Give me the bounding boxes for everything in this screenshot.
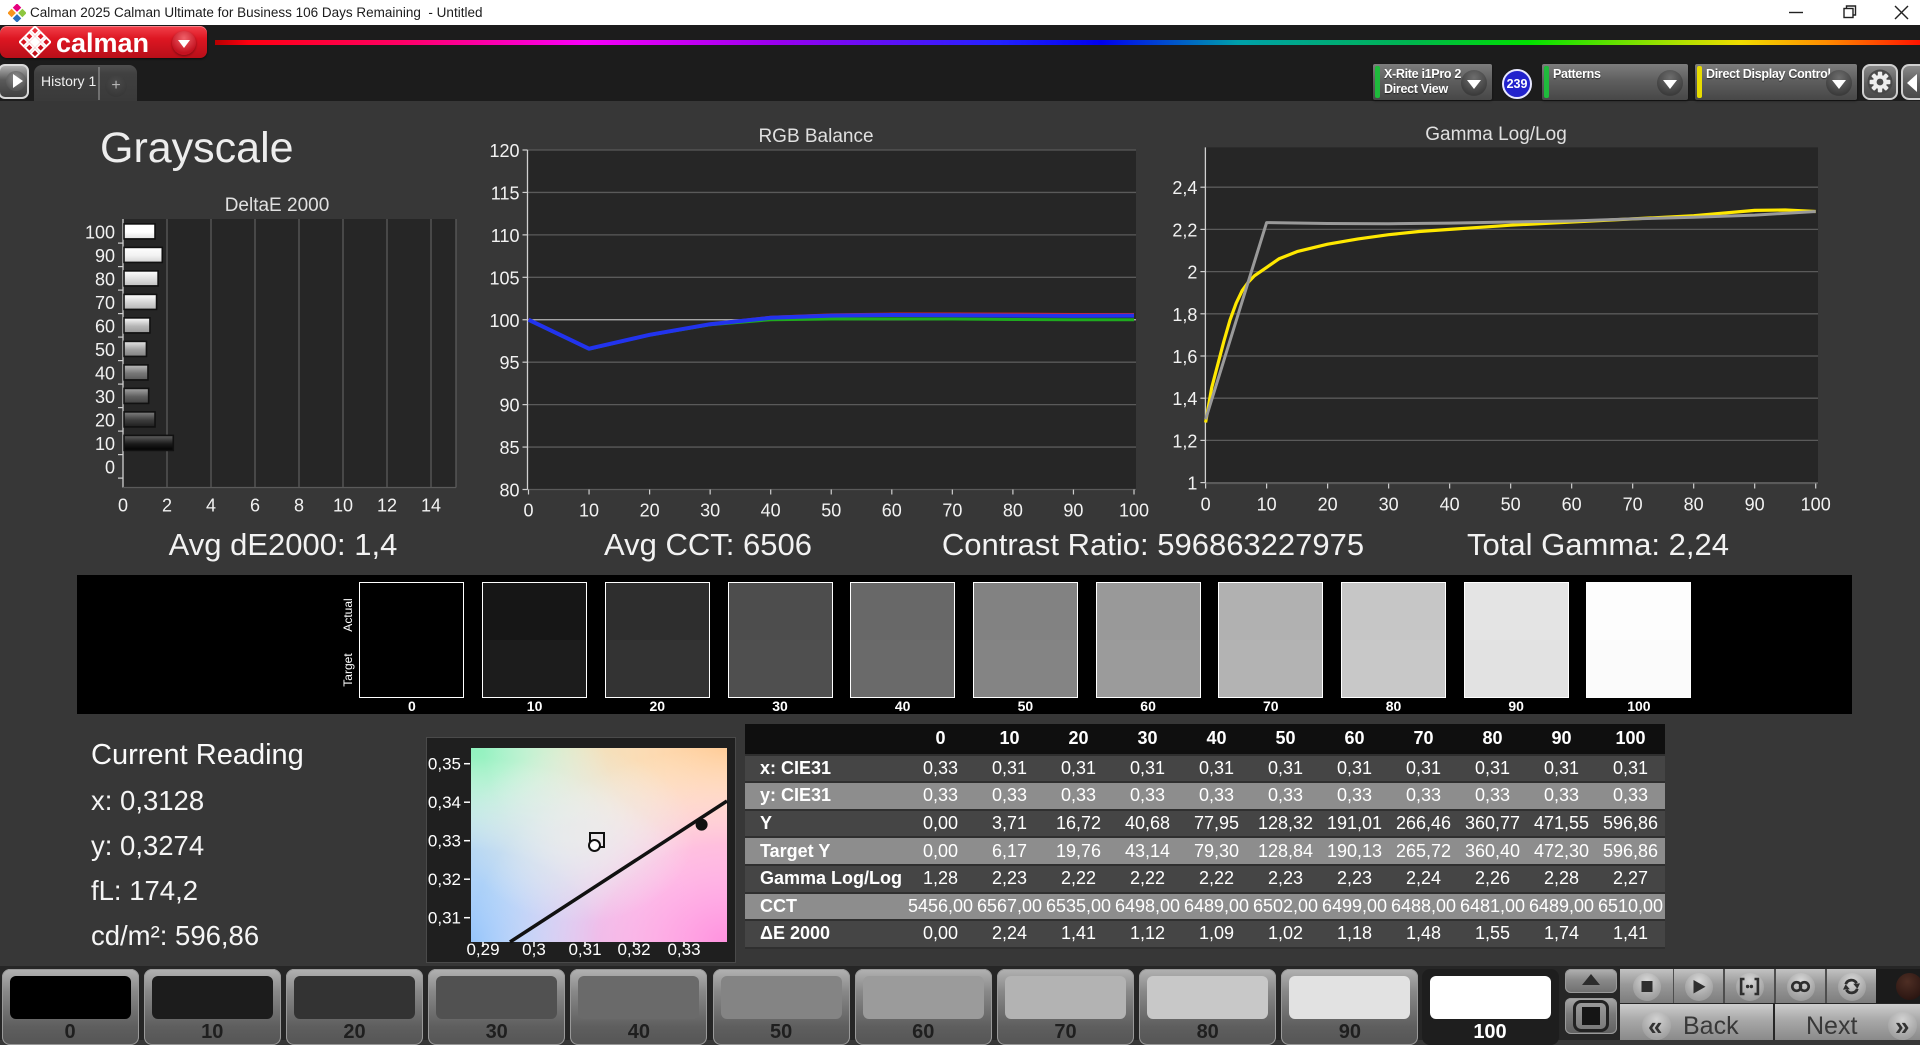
svg-text:85: 85: [499, 438, 519, 458]
svg-text:40: 40: [95, 363, 115, 383]
svg-text:50: 50: [95, 340, 115, 360]
svg-text:1,4: 1,4: [1172, 389, 1197, 409]
svg-text:20: 20: [1318, 495, 1338, 515]
svg-text:20: 20: [640, 501, 660, 521]
svg-text:2,2: 2,2: [1172, 220, 1197, 240]
svg-text:60: 60: [1562, 495, 1582, 515]
svg-text:90: 90: [1745, 495, 1765, 515]
svg-text:2,4: 2,4: [1172, 178, 1197, 198]
svg-text:100: 100: [1119, 501, 1149, 521]
svg-text:50: 50: [821, 501, 841, 521]
svg-text:80: 80: [1684, 495, 1704, 515]
svg-text:100: 100: [85, 222, 115, 242]
svg-text:6: 6: [250, 496, 260, 516]
svg-text:8: 8: [294, 496, 304, 516]
svg-text:1,8: 1,8: [1172, 305, 1197, 325]
svg-text:60: 60: [95, 316, 115, 336]
svg-text:40: 40: [761, 501, 781, 521]
svg-text:Gamma Log/Log: Gamma Log/Log: [1425, 125, 1567, 145]
svg-text:10: 10: [1257, 495, 1277, 515]
svg-text:2: 2: [1187, 263, 1197, 283]
svg-text:80: 80: [95, 269, 115, 289]
svg-text:0: 0: [118, 496, 128, 516]
svg-text:0,31: 0,31: [428, 909, 461, 928]
svg-text:RGB Balance: RGB Balance: [758, 126, 873, 147]
svg-text:10: 10: [333, 496, 353, 516]
svg-text:30: 30: [95, 387, 115, 407]
svg-text:100: 100: [489, 311, 519, 331]
svg-text:70: 70: [95, 293, 115, 313]
svg-text:0: 0: [1201, 495, 1211, 515]
svg-text:70: 70: [942, 501, 962, 521]
svg-text:0,35: 0,35: [428, 755, 461, 774]
svg-text:90: 90: [95, 246, 115, 266]
svg-text:80: 80: [1003, 501, 1023, 521]
svg-text:0: 0: [523, 501, 533, 521]
svg-text:95: 95: [499, 353, 519, 373]
svg-text:70: 70: [1623, 495, 1643, 515]
svg-text:100: 100: [1801, 495, 1831, 515]
svg-text:40: 40: [1440, 495, 1460, 515]
svg-text:0,33: 0,33: [428, 832, 461, 851]
svg-text:90: 90: [499, 396, 519, 416]
svg-text:DeltaE 2000: DeltaE 2000: [225, 195, 330, 216]
svg-text:0,32: 0,32: [428, 870, 461, 889]
svg-text:0: 0: [105, 457, 115, 477]
svg-text:20: 20: [95, 410, 115, 430]
svg-text:30: 30: [1379, 495, 1399, 515]
svg-text:1,6: 1,6: [1172, 347, 1197, 367]
svg-text:14: 14: [421, 496, 441, 516]
svg-text:115: 115: [491, 183, 520, 203]
svg-text:90: 90: [1063, 501, 1083, 521]
svg-text:4: 4: [206, 496, 216, 516]
svg-text:1: 1: [1187, 474, 1197, 494]
svg-text:1,2: 1,2: [1172, 431, 1197, 451]
svg-text:60: 60: [882, 501, 902, 521]
svg-text:10: 10: [95, 434, 115, 454]
svg-text:10: 10: [579, 501, 599, 521]
svg-text:110: 110: [491, 226, 520, 246]
svg-text:2: 2: [162, 496, 172, 516]
svg-text:120: 120: [489, 141, 519, 161]
svg-text:0,34: 0,34: [428, 793, 461, 812]
svg-text:105: 105: [489, 268, 519, 288]
svg-text:30: 30: [700, 501, 720, 521]
svg-text:12: 12: [377, 496, 397, 516]
svg-text:50: 50: [1501, 495, 1521, 515]
svg-text:80: 80: [499, 481, 519, 501]
